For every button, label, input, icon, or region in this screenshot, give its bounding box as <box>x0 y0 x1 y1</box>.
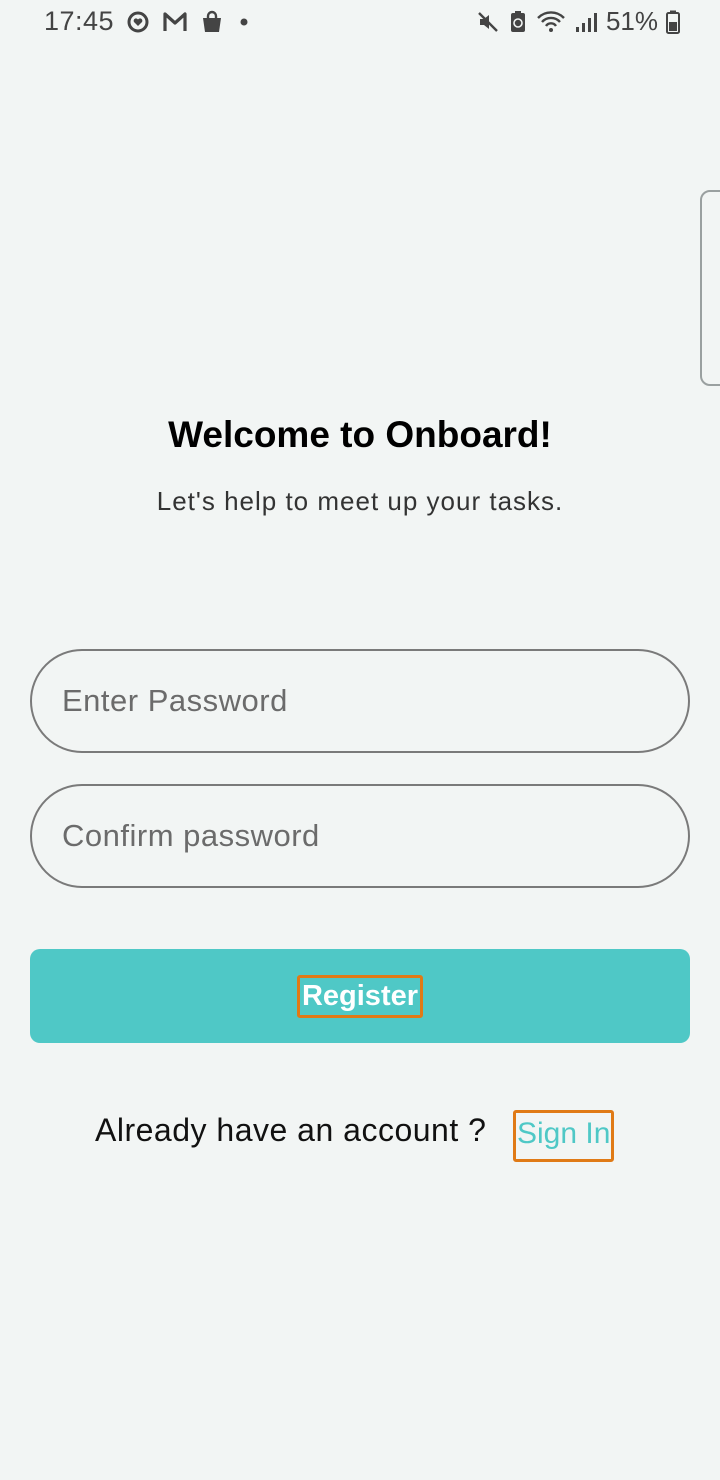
already-account-text: Already have an account ? <box>95 1112 487 1148</box>
battery-percentage: 51% <box>605 6 658 36</box>
page-subtitle: Let's help to meet up your tasks. <box>156 486 564 516</box>
page-title: Welcome to Onboard! <box>168 414 552 455</box>
status-left-icons <box>126 10 252 34</box>
status-right-icons: 51% <box>476 6 680 37</box>
battery-saver-icon <box>508 10 528 34</box>
shopping-bag-icon <box>200 10 224 34</box>
confirm-password-input[interactable] <box>30 784 690 888</box>
dot-icon <box>236 14 252 30</box>
signal-icon <box>574 10 598 34</box>
register-button[interactable]: Register <box>30 949 690 1043</box>
battery-icon <box>666 10 680 34</box>
register-button-label[interactable]: Register <box>296 974 424 1018</box>
sign-in-link[interactable]: Sign In <box>513 1110 615 1162</box>
signin-row: Already have an account ? Sign In <box>0 1110 720 1162</box>
mute-icon <box>476 10 500 34</box>
password-input[interactable] <box>30 649 690 753</box>
status-time: 17:45 <box>44 6 115 36</box>
edge-panel-handle[interactable] <box>700 190 720 386</box>
circle-heart-icon <box>126 10 150 34</box>
status-bar: 17:45 51% <box>0 0 720 46</box>
wifi-icon <box>536 10 566 34</box>
gmail-icon <box>162 11 188 33</box>
